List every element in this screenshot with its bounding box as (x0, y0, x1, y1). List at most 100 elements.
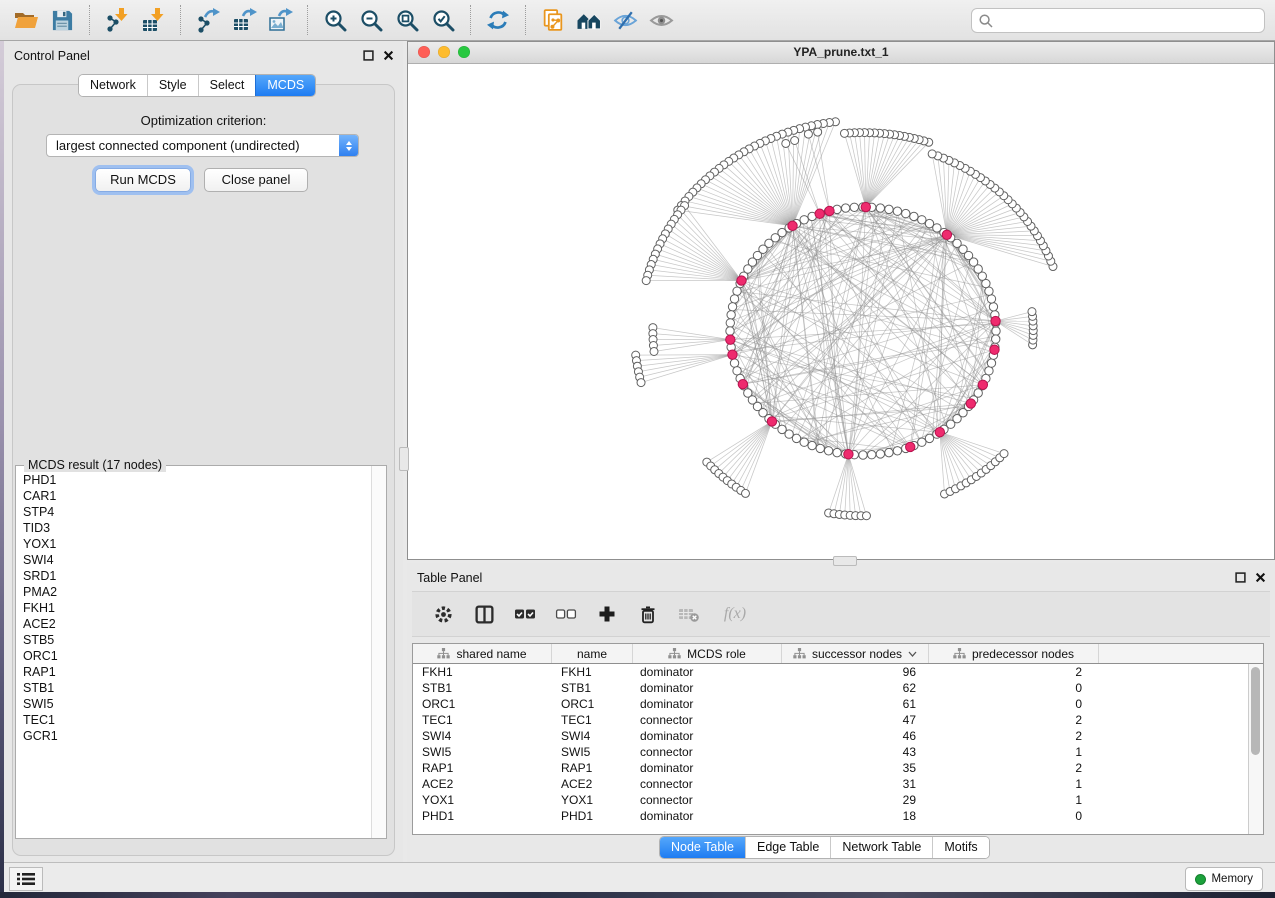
zoom-fit-icon[interactable] (389, 3, 425, 37)
delete-table-icon[interactable] (677, 601, 701, 627)
search-field[interactable] (971, 8, 1265, 33)
run-mcds-button[interactable]: Run MCDS (95, 168, 191, 192)
leaf-node[interactable] (862, 512, 870, 520)
ring-node[interactable] (800, 216, 808, 224)
table-row[interactable]: RAP1RAP1dominator352 (413, 760, 1249, 776)
leaf-node[interactable] (637, 379, 645, 387)
show-eye-icon[interactable] (643, 3, 679, 37)
hub-node[interactable] (978, 380, 987, 389)
zoom-out-icon[interactable] (353, 3, 389, 37)
hub-node[interactable] (825, 206, 834, 215)
leaf-node[interactable] (1000, 450, 1008, 458)
ring-node[interactable] (859, 451, 867, 459)
leaf-node[interactable] (1028, 308, 1036, 316)
hub-node[interactable] (990, 345, 999, 354)
hub-node[interactable] (737, 276, 746, 285)
ring-node[interactable] (816, 444, 824, 452)
ring-node[interactable] (989, 303, 997, 311)
leaf-node[interactable] (782, 139, 790, 147)
export-network-icon[interactable] (190, 3, 226, 37)
close-panel-icon[interactable] (383, 50, 394, 61)
ring-node[interactable] (792, 434, 800, 442)
hub-node[interactable] (767, 417, 776, 426)
mcds-result-item[interactable]: PMA2 (23, 584, 372, 600)
mcds-result-item[interactable]: SRD1 (23, 568, 372, 584)
tab-node-table[interactable]: Node Table (660, 837, 745, 858)
tab-motifs[interactable]: Motifs (932, 837, 988, 858)
ring-node[interactable] (808, 441, 816, 449)
ring-node[interactable] (833, 448, 841, 456)
table-scrollbar-thumb[interactable] (1251, 667, 1260, 755)
function-builder-icon[interactable]: f(x) (718, 601, 752, 627)
select-all-checks-icon[interactable] (513, 601, 537, 627)
tab-edge-table[interactable]: Edge Table (745, 837, 830, 858)
mcds-result-item[interactable]: STB1 (23, 680, 372, 696)
column-header-successor-nodes[interactable]: successor nodes (782, 644, 929, 663)
maximize-window-icon[interactable] (458, 46, 470, 58)
table-row[interactable]: STB1STB1dominator620 (413, 680, 1249, 696)
tab-network[interactable]: Network (79, 75, 147, 96)
mcds-result-list[interactable]: PHD1CAR1STP4TID3YOX1SWI4SRD1PMA2FKH1ACE2… (16, 466, 372, 838)
tab-select[interactable]: Select (198, 75, 256, 96)
mcds-result-item[interactable]: TID3 (23, 520, 372, 536)
mcds-list-scrollbar[interactable] (371, 466, 386, 838)
hub-node[interactable] (738, 379, 747, 388)
mcds-result-item[interactable]: SWI5 (23, 696, 372, 712)
zoom-selected-icon[interactable] (425, 3, 461, 37)
hub-node[interactable] (861, 202, 870, 211)
leaf-node[interactable] (642, 277, 650, 285)
import-network-icon[interactable] (99, 3, 135, 37)
hub-node[interactable] (844, 450, 853, 459)
columns-icon[interactable] (472, 601, 496, 627)
tab-style[interactable]: Style (147, 75, 198, 96)
leaf-node[interactable] (650, 347, 658, 355)
ring-node[interactable] (987, 359, 995, 367)
network-window-titlebar[interactable]: YPA_prune.txt_1 (408, 42, 1274, 64)
memory-button[interactable]: Memory (1185, 867, 1263, 891)
float-panel-icon[interactable] (1235, 572, 1246, 583)
search-input[interactable] (998, 12, 1264, 29)
table-row[interactable]: TEC1TEC1connector472 (413, 712, 1249, 728)
ring-node[interactable] (885, 448, 893, 456)
ring-node[interactable] (992, 327, 1000, 335)
task-history-button[interactable] (9, 867, 43, 891)
copy-network-icon[interactable] (535, 3, 571, 37)
ring-node[interactable] (893, 447, 901, 455)
table-scrollbar[interactable] (1248, 664, 1263, 834)
mcds-result-item[interactable]: ORC1 (23, 648, 372, 664)
ring-node[interactable] (841, 204, 849, 212)
table-row[interactable]: ORC1ORC1dominator610 (413, 696, 1249, 712)
delete-column-icon[interactable] (636, 601, 660, 627)
ring-node[interactable] (726, 327, 734, 335)
leaf-node[interactable] (741, 489, 749, 497)
table-row[interactable]: PHD1PHD1dominator180 (413, 808, 1249, 824)
deselect-all-checks-icon[interactable] (554, 601, 578, 627)
minimize-window-icon[interactable] (438, 46, 450, 58)
ring-node[interactable] (893, 207, 901, 215)
mcds-result-item[interactable]: TEC1 (23, 712, 372, 728)
mcds-result-item[interactable]: RAP1 (23, 664, 372, 680)
mcds-result-item[interactable]: STP4 (23, 504, 372, 520)
close-window-icon[interactable] (418, 46, 430, 58)
criterion-dropdown[interactable]: largest connected component (undirected) (46, 134, 359, 157)
table-row[interactable]: FKH1FKH1dominator962 (413, 664, 1249, 680)
mcds-result-item[interactable]: ACE2 (23, 616, 372, 632)
column-header-shared-name[interactable]: shared name (413, 644, 552, 663)
ring-node[interactable] (902, 209, 910, 217)
column-header-predecessor-nodes[interactable]: predecessor nodes (929, 644, 1099, 663)
hub-node[interactable] (815, 209, 824, 218)
ring-node[interactable] (733, 287, 741, 295)
network-canvas[interactable] (408, 64, 1274, 560)
table-row[interactable]: YOX1YOX1connector291 (413, 792, 1249, 808)
mcds-result-item[interactable]: GCR1 (23, 728, 372, 744)
leaf-node[interactable] (791, 137, 799, 145)
leaf-node[interactable] (928, 150, 936, 158)
ring-node[interactable] (730, 295, 738, 303)
ring-node[interactable] (925, 219, 933, 227)
export-table-icon[interactable] (226, 3, 262, 37)
ring-node[interactable] (918, 216, 926, 224)
hub-node[interactable] (726, 335, 735, 344)
hub-node[interactable] (942, 230, 951, 239)
export-image-icon[interactable] (262, 3, 298, 37)
ring-node[interactable] (885, 205, 893, 213)
